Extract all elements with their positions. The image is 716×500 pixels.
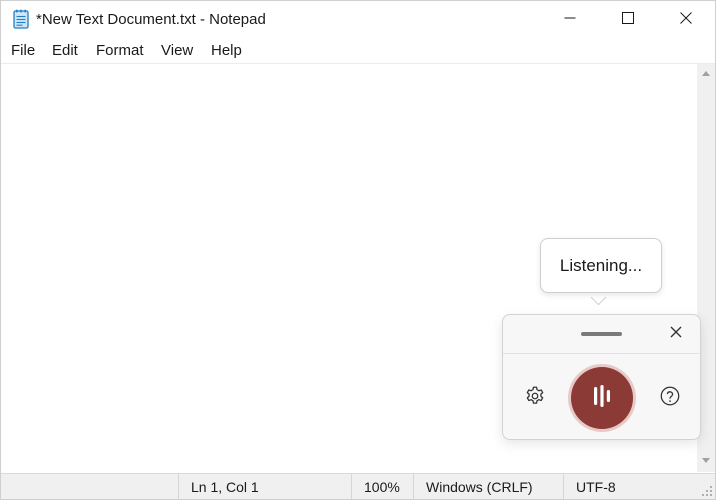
status-encoding: UTF-8 bbox=[563, 474, 701, 499]
voice-help-button[interactable] bbox=[658, 386, 682, 410]
status-zoom: 100% bbox=[351, 474, 413, 499]
close-icon bbox=[680, 11, 692, 29]
voice-typing-panel bbox=[502, 314, 701, 440]
drag-handle[interactable] bbox=[581, 332, 622, 336]
menu-edit[interactable]: Edit bbox=[52, 42, 78, 59]
scroll-up-arrow-icon[interactable] bbox=[702, 71, 710, 76]
menu-format[interactable]: Format bbox=[96, 42, 144, 59]
scroll-down-arrow-icon[interactable] bbox=[702, 458, 710, 463]
status-line-ending: Windows (CRLF) bbox=[413, 474, 563, 499]
title-bar[interactable]: *New Text Document.txt - Notepad bbox=[1, 1, 715, 39]
resize-grip-icon[interactable] bbox=[701, 484, 713, 496]
notepad-window: *New Text Document.txt - Notepad File Ed… bbox=[0, 0, 716, 500]
close-icon bbox=[670, 325, 682, 343]
menu-help[interactable]: Help bbox=[211, 42, 242, 59]
notepad-icon bbox=[13, 9, 29, 29]
listening-text: Listening... bbox=[559, 255, 643, 275]
maximize-button[interactable] bbox=[599, 1, 657, 39]
listening-tooltip: Listening... bbox=[540, 238, 662, 293]
menu-bar: File Edit Format View Help bbox=[1, 39, 715, 64]
gear-icon bbox=[524, 385, 546, 412]
voice-panel-header[interactable] bbox=[503, 315, 700, 354]
menu-file[interactable]: File bbox=[11, 42, 35, 59]
minimize-button[interactable] bbox=[541, 1, 599, 39]
menu-view[interactable]: View bbox=[161, 42, 193, 59]
close-button[interactable] bbox=[657, 1, 715, 39]
minimize-icon bbox=[564, 11, 576, 29]
voice-panel-close-button[interactable] bbox=[668, 326, 684, 342]
maximize-icon bbox=[622, 11, 634, 29]
window-title: *New Text Document.txt - Notepad bbox=[36, 11, 266, 28]
voice-mic-button[interactable] bbox=[571, 367, 633, 429]
status-bar: Ln 1, Col 1 100% Windows (CRLF) UTF-8 bbox=[1, 473, 715, 499]
voice-settings-button[interactable] bbox=[523, 386, 547, 410]
audio-bars-icon bbox=[589, 383, 615, 414]
status-cursor-position: Ln 1, Col 1 bbox=[178, 474, 354, 499]
question-circle-icon bbox=[659, 385, 681, 412]
